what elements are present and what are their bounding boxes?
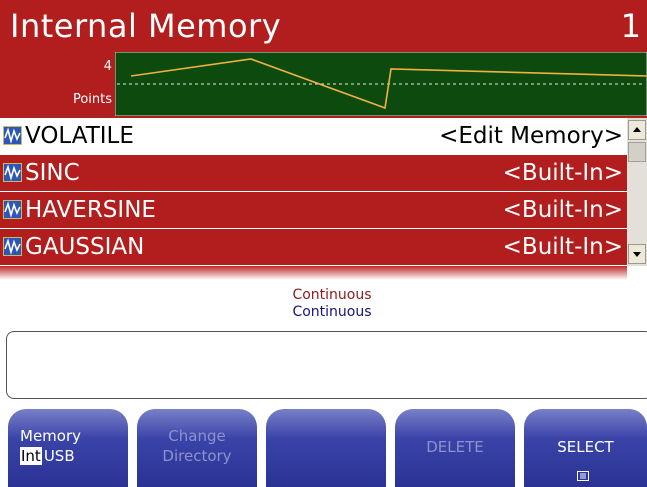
- scroll-down-button[interactable]: [628, 244, 646, 264]
- memory-toggle: Int USB: [20, 447, 75, 465]
- change-directory-softkey[interactable]: Change Directory: [137, 409, 257, 487]
- waveform-name: GAUSSIAN: [25, 234, 145, 260]
- change-directory-label-line2: Directory: [162, 447, 232, 465]
- select-label: SELECT: [557, 438, 614, 456]
- memory-softkey[interactable]: Memory Int USB: [8, 409, 128, 487]
- blank-softkey[interactable]: [266, 409, 386, 487]
- waveform-name: VOLATILE: [25, 123, 134, 149]
- page-title: Internal Memory: [10, 7, 282, 45]
- list-item[interactable]: SINC <Built-In>: [0, 155, 627, 191]
- memory-label: Memory: [20, 427, 82, 445]
- select-softkey[interactable]: SELECT: [524, 409, 647, 487]
- waveform-tag: <Built-In>: [502, 197, 623, 223]
- message-box: [6, 331, 647, 399]
- softkey-bar: Memory Int USB Change Directory DELETE SE…: [0, 409, 647, 487]
- waveform-list: VOLATILE <Edit Memory> SINC <Built-In> H…: [0, 118, 647, 266]
- list-item[interactable]: VOLATILE <Edit Memory>: [0, 118, 627, 154]
- waveform-tag: <Edit Memory>: [439, 123, 623, 149]
- memory-usb-option: USB: [43, 447, 75, 465]
- points-value: 4: [103, 59, 112, 74]
- delete-softkey[interactable]: DELETE: [395, 409, 515, 487]
- waveform-tag: <Built-In>: [502, 234, 623, 260]
- header: Internal Memory 1 4 Points: [0, 0, 647, 118]
- status-line-1: Continuous: [292, 287, 372, 303]
- list-item[interactable]: HAVERSINE <Built-In>: [0, 192, 627, 228]
- waveform-icon: [3, 237, 22, 256]
- list-scrollbar[interactable]: [627, 118, 647, 266]
- scroll-thumb[interactable]: [628, 142, 646, 162]
- list-item[interactable]: GAUSSIAN <Built-In>: [0, 229, 627, 265]
- channel-number: 1: [620, 7, 641, 45]
- arrow-down-icon: [633, 252, 641, 257]
- waveform-name: HAVERSINE: [25, 197, 156, 223]
- waveform-icon: [3, 163, 22, 182]
- waveform-tag: <Built-In>: [502, 160, 623, 186]
- delete-label: DELETE: [426, 438, 484, 456]
- waveform-name: SINC: [25, 160, 80, 186]
- scroll-up-button[interactable]: [628, 120, 646, 140]
- change-directory-label-line1: Change: [168, 427, 226, 445]
- waveform-icon: [3, 200, 22, 219]
- waveform-icon: [3, 126, 22, 145]
- select-icon: [577, 471, 589, 481]
- points-label: Points: [72, 92, 112, 107]
- status-line-2: Continuous: [292, 304, 372, 320]
- memory-int-option: Int: [20, 447, 42, 465]
- arrow-up-icon: [633, 127, 641, 132]
- list-fade: [0, 266, 627, 280]
- waveform-preview: [115, 52, 647, 116]
